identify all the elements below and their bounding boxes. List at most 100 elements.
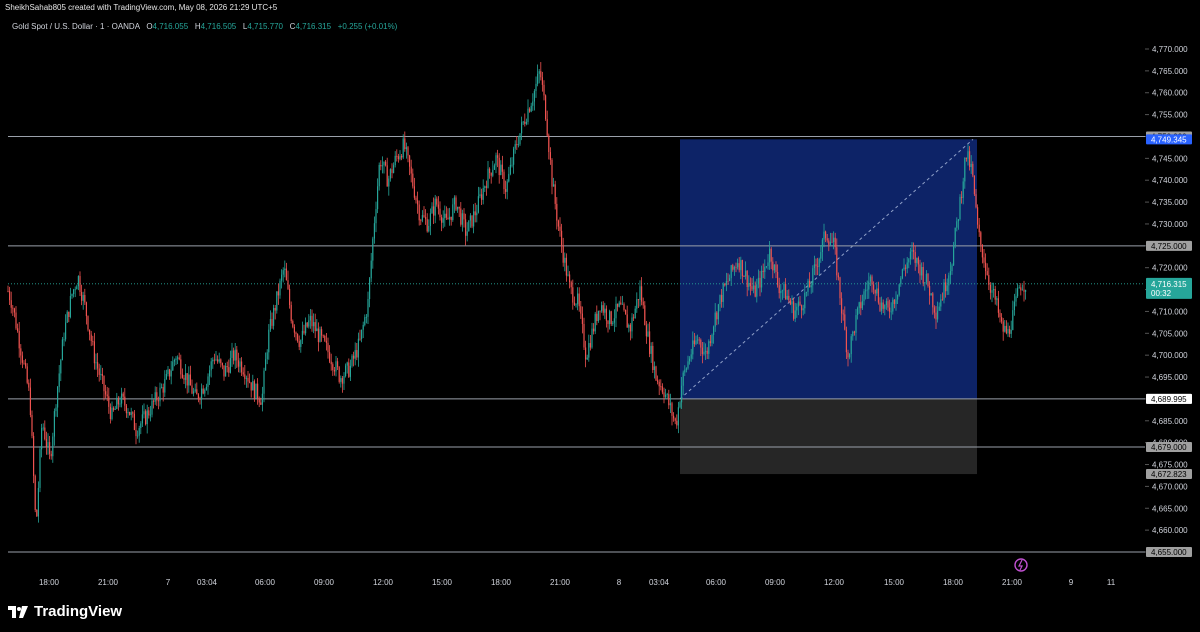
candle-body [167, 369, 169, 375]
candle-body [737, 263, 739, 268]
price-axis[interactable]: 4,770.0004,765.0004,760.0004,755.0004,75… [1145, 45, 1188, 557]
candle-body [727, 280, 729, 282]
candle-body [709, 341, 711, 344]
x-tick-label: 11 [1107, 578, 1116, 587]
candle-body [258, 398, 260, 403]
candle-body [777, 271, 779, 286]
candle-body [481, 194, 483, 200]
candle-body [831, 241, 833, 243]
candle-body [36, 509, 38, 517]
candle-body [548, 135, 550, 153]
candle-body [31, 415, 33, 436]
candle-body [983, 257, 985, 263]
candle-body [148, 410, 150, 416]
candle-body [733, 267, 735, 270]
price-chart[interactable]: 4,770.000 4,765.000 4,760.000 4,755.000 4,75… [0, 0, 1200, 632]
y-tick-label: 4,660.000 [1152, 526, 1188, 535]
candle-body [340, 378, 342, 382]
candle-body [210, 361, 212, 371]
candle-body [783, 283, 785, 291]
symbol-legend[interactable]: Gold Spot / U.S. Dollar · 1 · OANDA O4,7… [12, 22, 397, 31]
time-axis[interactable]: 18:00 21:00 7 03:04 06:00 09:00 12:00 15:00 18:0… [39, 578, 1116, 587]
y-tick-label: 4,675.000 [1152, 461, 1188, 470]
candle-body [676, 420, 678, 426]
candle-body [850, 336, 852, 355]
y-tick-label: 4,770.000 [1152, 45, 1188, 54]
candle-body [305, 322, 307, 334]
candle-body [285, 268, 287, 281]
candle-body [495, 155, 497, 166]
candle-body [751, 286, 753, 290]
candle-body [73, 289, 75, 295]
candle-body [842, 313, 844, 315]
candle-body [415, 197, 417, 201]
candle-body [369, 278, 371, 300]
candle-body [237, 360, 239, 367]
candle-body [311, 315, 313, 327]
y-tick-label: 4,755.000 [1152, 111, 1188, 120]
candle-body [252, 381, 254, 391]
candle-body [1020, 287, 1022, 291]
candle-body [660, 386, 662, 388]
tradingview-logo[interactable]: TradingView [8, 603, 122, 620]
candle-body [261, 393, 263, 405]
candle-body [813, 264, 815, 269]
candle-body [866, 289, 868, 291]
candle-body [383, 161, 385, 166]
x-tick-label: 09:00 [765, 578, 786, 587]
candle-body [426, 219, 428, 232]
candle-body [642, 301, 644, 306]
candle-body [109, 406, 111, 420]
candle-body [521, 122, 523, 134]
candle-body [135, 429, 137, 437]
candle-body [549, 152, 551, 160]
candle-body [668, 394, 670, 406]
x-tick-label: 15:00 [432, 578, 453, 587]
candle-body [562, 245, 564, 263]
candle-body [914, 252, 916, 263]
candle-body [146, 410, 148, 425]
candle-body [1017, 288, 1019, 297]
candle-body [605, 308, 607, 321]
candle-body [786, 295, 788, 300]
candle-body [868, 281, 870, 290]
candle-body [641, 286, 643, 302]
candle-body [444, 213, 446, 219]
candle-body [209, 370, 211, 377]
candle-body [957, 219, 959, 222]
candle-body [324, 335, 326, 341]
candle-body [402, 138, 404, 158]
candle-body [193, 391, 195, 394]
candle-body [921, 267, 923, 276]
candle-body [762, 270, 764, 272]
candle-body [892, 299, 894, 312]
candle-body [916, 257, 918, 263]
candle-body [503, 171, 505, 190]
candle-body [594, 313, 596, 332]
candle-body [901, 269, 903, 279]
candle-body [812, 268, 814, 286]
candle-body [665, 394, 667, 397]
candle-body [906, 262, 908, 269]
candle-body [954, 227, 956, 246]
candle-body [228, 367, 230, 373]
candle-body [217, 359, 219, 362]
candle-body [682, 372, 684, 386]
candle-body [773, 264, 775, 271]
candle-body [869, 276, 871, 282]
candle-body [588, 343, 590, 358]
candle-body [50, 453, 52, 457]
replay-icon[interactable] [1014, 558, 1028, 572]
candle-body [412, 173, 414, 187]
candle-body [572, 287, 574, 303]
candle-body [573, 302, 575, 305]
candle-body [897, 294, 899, 300]
x-tick-label: 18:00 [491, 578, 512, 587]
candle-body [658, 381, 660, 387]
candle-body [673, 415, 675, 419]
stop-tag-label: 4,672.823 [1151, 470, 1187, 479]
candle-body [908, 259, 910, 263]
candle-body [173, 360, 175, 362]
candle-body [690, 354, 692, 359]
candle-body [693, 340, 695, 345]
